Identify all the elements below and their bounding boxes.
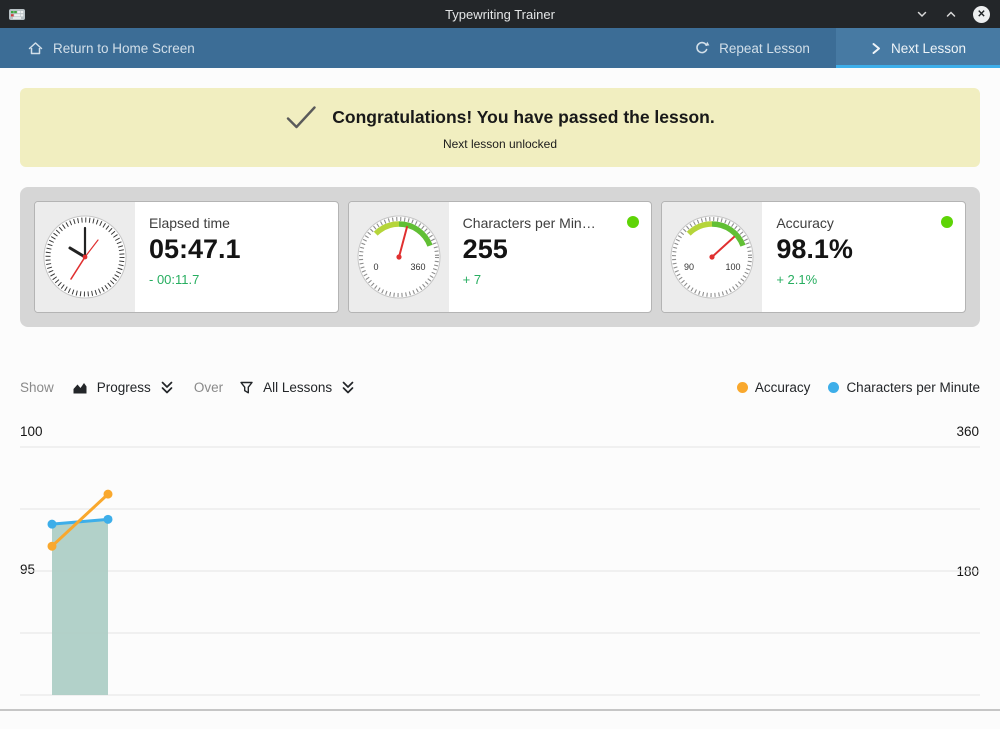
arrow-right-icon xyxy=(870,41,882,56)
accuracy-gauge-icon: 90 100 xyxy=(662,202,762,312)
elapsed-time-value: 05:47.1 xyxy=(149,234,326,265)
titlebar: Typewriting Trainer ✕ xyxy=(0,0,1000,28)
repeat-icon xyxy=(694,40,710,56)
stats-panel: Elapsed time 05:47.1 - 00:11.7 0 360 Cha… xyxy=(20,187,980,327)
lesson-scope-dropdown[interactable]: All Lessons xyxy=(239,380,355,395)
congrats-banner: Congratulations! You have passed the les… xyxy=(20,88,980,167)
area-chart-icon xyxy=(72,380,88,395)
legend-accuracy: Accuracy xyxy=(737,380,811,395)
home-icon xyxy=(27,40,44,56)
accuracy-legend-dot xyxy=(737,382,748,393)
accuracy-label: Accuracy xyxy=(776,215,933,231)
accuracy-value: 98.1% xyxy=(776,234,953,265)
cpm-label: Characters per Min… xyxy=(463,215,620,231)
congrats-title: Congratulations! You have passed the les… xyxy=(332,107,715,128)
elapsed-time-label: Elapsed time xyxy=(149,215,326,231)
window-title: Typewriting Trainer xyxy=(0,7,1000,22)
chart-type-dropdown[interactable]: Progress xyxy=(72,380,174,395)
gauge-min-label: 0 xyxy=(373,262,378,272)
repeat-lesson-label: Repeat Lesson xyxy=(719,41,810,56)
lesson-scope-value: All Lessons xyxy=(263,380,332,395)
accuracy-status-dot xyxy=(941,216,953,228)
progress-chart xyxy=(0,420,1000,729)
chart-type-value: Progress xyxy=(97,380,151,395)
cpm-delta: + 7 xyxy=(463,272,640,287)
navbar: Return to Home Screen Repeat Lesson Next… xyxy=(0,28,1000,68)
next-lesson-label: Next Lesson xyxy=(891,41,966,56)
return-home-button[interactable]: Return to Home Screen xyxy=(0,28,221,68)
accuracy-card: 90 100 Accuracy 98.1% + 2.1% xyxy=(661,201,966,313)
cpm-legend-label: Characters per Minute xyxy=(846,380,980,395)
congrats-subtitle: Next lesson unlocked xyxy=(443,137,557,151)
double-chevron-down-icon xyxy=(341,380,355,395)
cpm-value: 255 xyxy=(463,234,640,265)
gauge-max-label: 360 xyxy=(410,262,425,272)
clock-icon xyxy=(35,202,135,312)
repeat-lesson-button[interactable]: Repeat Lesson xyxy=(668,28,836,68)
gauge-max-label: 100 xyxy=(726,262,741,272)
chart-legend: Accuracy Characters per Minute xyxy=(737,380,980,395)
show-label: Show xyxy=(20,380,54,395)
return-home-label: Return to Home Screen xyxy=(53,41,195,56)
chart-toolbar: Show Progress Over All Lessons Accu xyxy=(20,373,980,401)
filter-funnel-icon xyxy=(239,380,254,395)
close-icon[interactable]: ✕ xyxy=(973,6,990,23)
elapsed-time-delta: - 00:11.7 xyxy=(149,272,326,287)
accuracy-delta: + 2.1% xyxy=(776,272,953,287)
double-chevron-down-icon xyxy=(160,380,174,395)
cpm-status-dot xyxy=(627,216,639,228)
legend-cpm: Characters per Minute xyxy=(828,380,980,395)
accuracy-legend-label: Accuracy xyxy=(755,380,811,395)
elapsed-time-card: Elapsed time 05:47.1 - 00:11.7 xyxy=(34,201,339,313)
chevron-down-icon[interactable] xyxy=(915,7,929,21)
speedometer-icon: 0 360 xyxy=(349,202,449,312)
cpm-legend-dot xyxy=(828,382,839,393)
gauge-min-label: 90 xyxy=(684,262,694,272)
checkmark-icon xyxy=(285,105,317,130)
next-lesson-button[interactable]: Next Lesson xyxy=(836,28,1000,68)
cpm-card: 0 360 Characters per Min… 255 + 7 xyxy=(348,201,653,313)
chevron-up-icon[interactable] xyxy=(944,7,958,21)
over-label: Over xyxy=(194,380,223,395)
